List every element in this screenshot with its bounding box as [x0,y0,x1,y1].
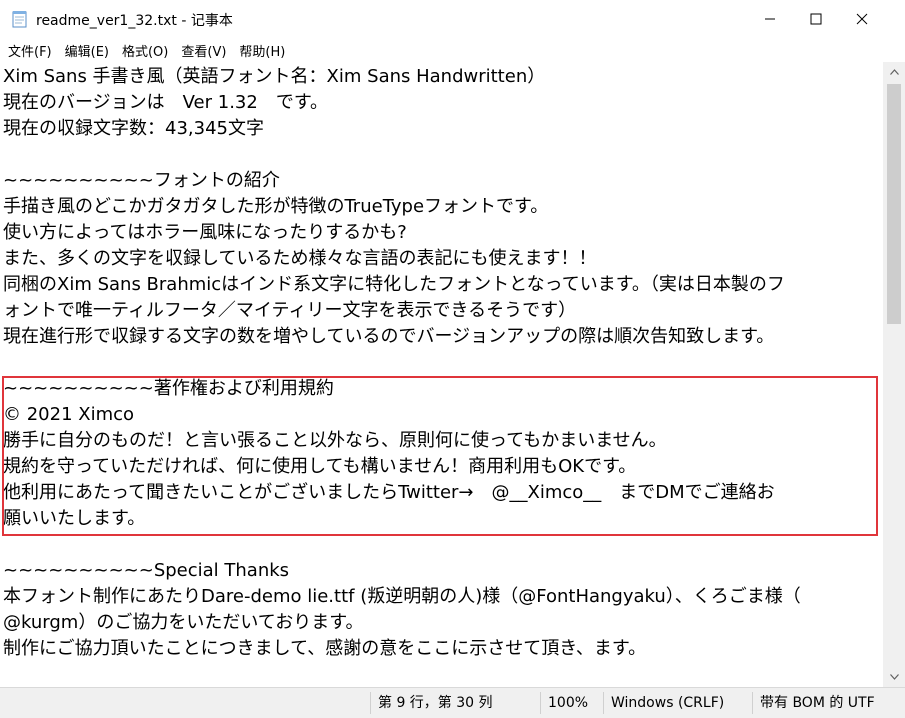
minimize-icon [765,18,775,20]
maximize-button[interactable] [793,0,839,38]
text-line: 本フォント制作にあたりDare-demo lie.ttf (叛逆明朝の人)様（@… [3,586,801,607]
menu-edit[interactable]: 编辑(E) [60,41,114,60]
close-button[interactable] [839,0,885,38]
menu-bar: 文件(F) 编辑(E) 格式(O) 查看(V) 帮助(H) [0,38,905,62]
notepad-icon [12,10,28,28]
status-encoding: 带有 BOM 的 UTF [760,695,875,711]
menu-file[interactable]: 文件(F) [3,41,57,60]
text-line: ~~~~~~~~~~フォントの紹介 [3,170,280,191]
scroll-down-button[interactable] [883,667,905,687]
text-editor[interactable]: Xim Sans 手書き風（英語フォント名：Xim Sans Handwritt… [0,62,883,687]
status-line-ending: Windows (CRLF) [611,695,725,711]
text-line: ォントで唯一ティルフータ／マイティリー文字を表示できるそうです） [3,300,577,321]
status-position: 第 9 行，第 30 列 [378,695,493,711]
status-zoom: 100% [548,695,589,711]
highlight-box [2,376,878,536]
chevron-down-icon [889,674,899,680]
text-line: ~~~~~~~~~~Special Thanks [3,560,290,581]
scrollbar-thumb[interactable] [887,84,901,324]
text-line: @kurgm）のご協力をいただいております。 [3,612,364,633]
text-line: 現在の収録文字数：43,345文字 [3,118,264,139]
minimize-button[interactable] [747,0,793,38]
text-line: 現在のバージョンは Ver 1.32 です。 [3,92,329,113]
text-line: また、多くの文字を収録しているため様々な言語の表記にも使えます！！ [3,248,597,269]
maximize-icon [810,13,822,25]
vertical-scrollbar[interactable] [883,62,905,687]
text-line: 使い方によってはホラー風味になったりするかも? [3,222,407,243]
close-icon [856,13,868,25]
window-title: readme_ver1_32.txt - 记事本 [36,13,233,29]
text-line: 手描き風のどこかガタガタした形が特徴のTrueTypeフォントです。 [3,196,549,217]
text-line: 現在進行形で収録する文字の数を増やしているのでバージョンアップの際は順次告知致し… [3,326,775,347]
chevron-up-icon [889,69,899,75]
menu-help[interactable]: 帮助(H) [234,41,290,60]
menu-format[interactable]: 格式(O) [117,41,173,60]
text-line: 制作にご協力頂いたことにつきまして、感謝の意をここに示させて頂き、ます。 [3,638,647,659]
text-line: Xim Sans 手書き風（英語フォント名：Xim Sans Handwritt… [3,66,546,87]
status-bar: 第 9 行，第 30 列 100% Windows (CRLF) 带有 BOM … [0,687,905,718]
scroll-up-button[interactable] [883,62,905,82]
menu-view[interactable]: 查看(V) [176,41,231,60]
text-line: 同梱のXim Sans Brahmicはインド系文字に特化したフォントとなってい… [3,274,785,295]
title-bar: readme_ver1_32.txt - 记事本 [0,0,905,39]
